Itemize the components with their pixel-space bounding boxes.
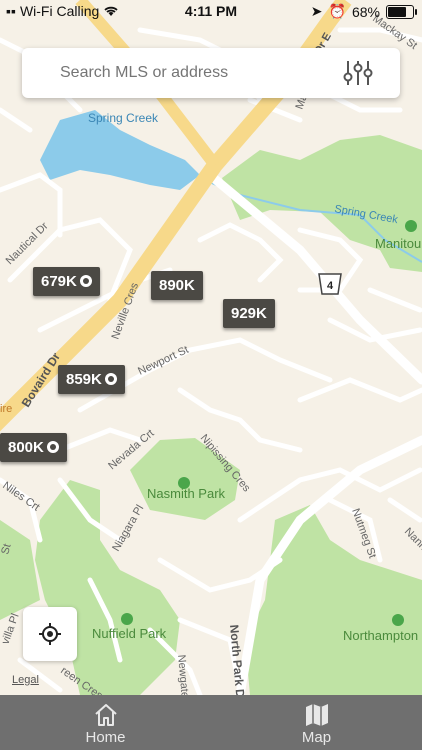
map-icon <box>305 704 328 726</box>
home-icon <box>94 704 117 726</box>
route-4-label: 4 <box>327 280 334 292</box>
legal-link[interactable]: Legal <box>12 674 39 686</box>
route-4-shield: 4 <box>318 273 342 295</box>
nuffield-park-label: Nuffield Park <box>92 626 167 641</box>
manitou-label: Manitou <box>375 236 421 251</box>
open-house-badge-icon <box>104 373 117 385</box>
crosshair-icon <box>39 623 61 645</box>
tab-map[interactable]: Map <box>211 695 422 750</box>
current-location-button[interactable] <box>23 607 77 661</box>
tab-home-label: Home <box>85 729 126 746</box>
price-label: 679K <box>41 273 77 290</box>
price-tag-890k[interactable]: 890K <box>151 271 203 300</box>
tab-home[interactable]: Home <box>0 695 211 750</box>
spring-creek-pond-label: Spring Creek <box>88 111 159 125</box>
alarm-icon: ⏰ <box>328 3 346 19</box>
battery-percent: 68% <box>351 3 380 20</box>
price-tag-859k[interactable]: 859K <box>58 365 125 394</box>
search-bar <box>22 48 400 98</box>
price-tag-929k[interactable]: 929K <box>223 299 275 328</box>
fire-label: ire <box>0 403 12 415</box>
price-label: 929K <box>231 305 267 322</box>
battery-icon <box>386 4 417 19</box>
price-label: 890K <box>159 277 195 294</box>
price-tag-679k[interactable]: 679K <box>33 267 100 296</box>
open-house-badge-icon <box>79 275 92 287</box>
price-label: 859K <box>66 371 102 388</box>
northampton-label: Northampton <box>343 628 418 643</box>
tab-map-label: Map <box>301 729 332 746</box>
open-house-badge-icon <box>46 441 59 453</box>
location-arrow-icon: ➤ <box>310 3 323 19</box>
filter-sliders-icon[interactable] <box>342 59 374 87</box>
price-label: 800K <box>8 439 44 456</box>
status-bar: ▪▪ Wi-Fi Calling 4:11 PM ➤ ⏰ 68% <box>0 0 422 24</box>
tab-bar: Home Map <box>0 695 422 750</box>
map-view[interactable]: 4 Spring Creek Spring Creek Manitou Naut… <box>0 0 422 695</box>
status-right: ➤ ⏰ 68% <box>310 3 417 20</box>
price-tag-800k[interactable]: 800K <box>0 433 67 462</box>
search-input[interactable] <box>58 63 332 83</box>
